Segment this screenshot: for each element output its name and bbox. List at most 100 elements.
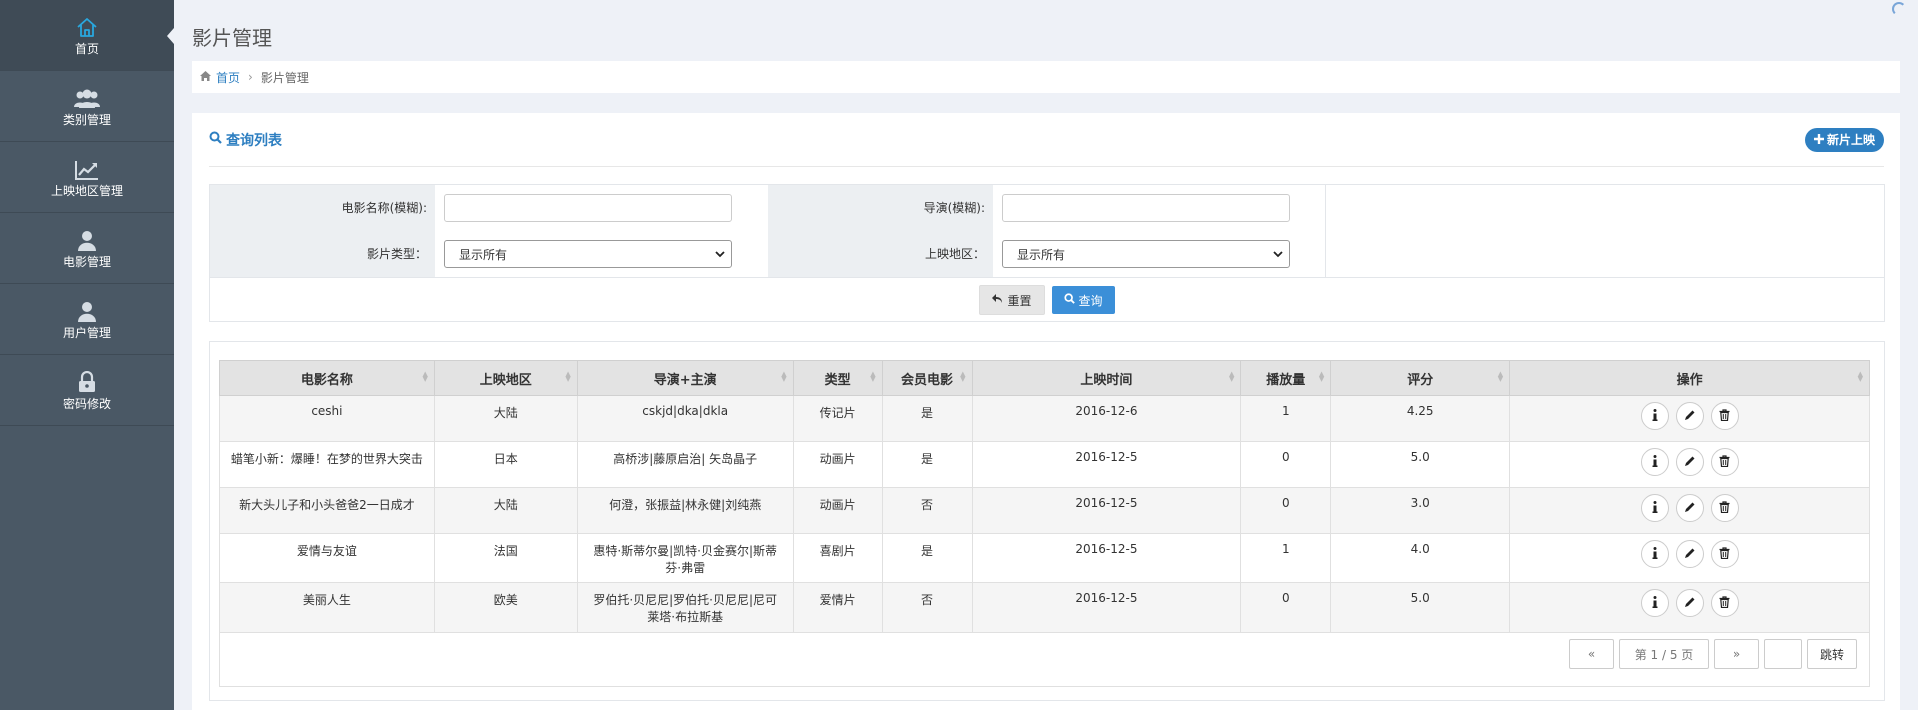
pencil-icon <box>1684 547 1696 562</box>
breadcrumb-current: 影片管理 <box>260 70 309 85</box>
cell-actions <box>1509 441 1870 488</box>
edit-button[interactable] <box>1675 540 1704 568</box>
breadcrumb: 首页 › 影片管理 <box>192 61 1900 93</box>
edit-button[interactable] <box>1675 448 1704 476</box>
breadcrumb-home-label[interactable]: 首页 <box>216 69 240 86</box>
info-button[interactable] <box>1640 448 1669 476</box>
cell-plays: 0 <box>1240 441 1332 488</box>
edit-button[interactable] <box>1675 589 1704 617</box>
cell-name: ceshi <box>219 395 435 442</box>
search-form: 电影名称(模糊): 导演(模糊): 影片类型： 显示所有 上映地区： 显示所有 … <box>209 184 1885 322</box>
region-label: 上映地区： <box>768 231 993 277</box>
delete-button[interactable] <box>1710 540 1739 568</box>
search-row-1: 电影名称(模糊): 导演(模糊): <box>210 185 1884 231</box>
column-header[interactable]: 上映时间 ▲ ▼ <box>971 360 1242 396</box>
movie-type-label: 影片类型： <box>210 231 435 277</box>
column-header[interactable]: 操作 ▲ ▼ <box>1509 360 1870 396</box>
pencil-icon <box>1684 501 1696 516</box>
cell-date: 2016-12-5 <box>971 533 1242 583</box>
pagination: « 第 1 / 5 页 » 跳转 <box>221 639 1868 669</box>
cell-plays: 0 <box>1240 487 1332 534</box>
sidebar-item-category[interactable]: 类别管理 <box>0 71 174 142</box>
table-row: 蜡笔小新：爆睡！在梦的世界大突击 日本 高桥涉|藤原启治| 矢岛晶子 动画片是 2016… <box>219 441 1870 488</box>
page-jump-input[interactable] <box>1764 639 1802 669</box>
edit-button[interactable] <box>1675 494 1704 522</box>
table-row: 爱情与友谊 法国 惠特·斯蒂尔曼|凯特·贝金赛尔|斯蒂芬·弗雷 喜剧片是 2016-12… <box>219 533 1870 583</box>
sort-icon: ▲ ▼ <box>1857 370 1863 383</box>
jump-button[interactable]: 跳转 <box>1807 639 1857 669</box>
cell-region: 大陆 <box>433 487 578 534</box>
column-header[interactable]: 上映地区 ▲ ▼ <box>433 360 578 396</box>
sidebar-item-label: 用户管理 <box>62 325 111 340</box>
info-icon <box>1652 454 1658 470</box>
sidebar-item-password[interactable]: 密码修改 <box>0 355 174 426</box>
cell-date: 2016-12-5 <box>971 582 1242 633</box>
cell-cast: cskjd|dka|dkla <box>576 395 794 442</box>
info-icon <box>1652 500 1658 516</box>
search-icon <box>1063 293 1075 307</box>
column-header[interactable]: 类型 ▲ ▼ <box>792 360 883 396</box>
column-header[interactable]: 播放量 ▲ ▼ <box>1240 360 1332 396</box>
cell-type: 喜剧片 <box>792 533 883 583</box>
movie-type-select[interactable]: 显示所有 <box>444 240 732 268</box>
home-icon <box>76 14 98 38</box>
info-button[interactable] <box>1640 540 1669 568</box>
sidebar-item-user[interactable]: 用户管理 <box>0 284 174 355</box>
table-row: 美丽人生 欧美 罗伯托·贝尼尼|罗伯托·贝尼尼|尼可莱塔·布拉斯基 爱情片否 2016-… <box>219 582 1870 633</box>
cell-score: 4.0 <box>1330 533 1511 583</box>
sort-icon: ▲ ▼ <box>960 370 966 383</box>
info-icon <box>1652 408 1658 424</box>
prev-page-button[interactable]: « <box>1569 639 1614 669</box>
cell-name: 蜡笔小新：爆睡！在梦的世界大突击 <box>219 441 435 488</box>
sort-icon: ▲ ▼ <box>870 370 876 383</box>
sort-icon: ▲ ▼ <box>1228 370 1235 383</box>
edit-button[interactable] <box>1675 402 1704 430</box>
region-value: 显示所有 <box>1017 247 1066 262</box>
cell-member: 否 <box>881 487 973 534</box>
sidebar-item-region[interactable]: 上映地区管理 <box>0 142 174 213</box>
undo-icon <box>992 293 1003 307</box>
delete-button[interactable] <box>1710 402 1739 430</box>
cell-region: 大陆 <box>433 395 578 442</box>
trash-icon <box>1719 546 1730 562</box>
cell-actions <box>1509 533 1870 583</box>
cell-name: 美丽人生 <box>219 582 435 633</box>
movie-name-input[interactable] <box>444 194 732 222</box>
search-icon <box>209 131 222 148</box>
breadcrumb-home[interactable]: 首页 <box>200 69 240 86</box>
page-title: 影片管理 <box>192 26 272 50</box>
cell-cast: 惠特·斯蒂尔曼|凯特·贝金赛尔|斯蒂芬·弗雷 <box>576 533 794 583</box>
cell-member: 是 <box>881 395 973 442</box>
column-header[interactable]: 评分 ▲ ▼ <box>1330 360 1511 396</box>
info-button[interactable] <box>1640 589 1669 617</box>
column-header[interactable]: 电影名称 ▲ ▼ <box>219 360 435 396</box>
info-button[interactable] <box>1640 402 1669 430</box>
cell-cast: 罗伯托·贝尼尼|罗伯托·贝尼尼|尼可莱塔·布拉斯基 <box>576 582 794 633</box>
sidebar-item-home[interactable]: 首页 <box>0 0 174 71</box>
info-button[interactable] <box>1640 494 1669 522</box>
delete-button[interactable] <box>1710 448 1739 476</box>
next-page-button[interactable]: » <box>1714 639 1759 669</box>
row-actions <box>1511 402 1868 430</box>
delete-button[interactable] <box>1710 494 1739 522</box>
column-header[interactable]: 导演+主演 ▲ ▼ <box>576 360 794 396</box>
new-movie-button[interactable]: 新片上映 <box>1804 127 1884 152</box>
region-select[interactable]: 显示所有 <box>1002 240 1290 268</box>
reset-button[interactable]: 重置 <box>979 285 1045 315</box>
delete-button[interactable] <box>1710 589 1739 617</box>
page-info: 第 1 / 5 页 <box>1619 639 1709 669</box>
query-button[interactable]: 查询 <box>1051 286 1115 314</box>
panel-title: 查询列表 <box>209 130 282 150</box>
row-actions <box>1511 589 1868 617</box>
column-header[interactable]: 会员电影 ▲ ▼ <box>881 360 973 396</box>
sidebar: 首页 类别管理 上映地区管理 电影管理 用户管理 密码修改 <box>0 0 174 710</box>
trash-icon <box>1719 595 1730 611</box>
sidebar-item-label: 首页 <box>74 41 99 56</box>
search-actions: 重置 查询 <box>210 277 1884 322</box>
cell-actions <box>1509 395 1870 442</box>
cell-region: 日本 <box>433 441 578 488</box>
movie-name-label: 电影名称(模糊): <box>210 185 435 231</box>
trash-icon <box>1719 408 1730 424</box>
director-input[interactable] <box>1002 194 1290 222</box>
sidebar-item-movie[interactable]: 电影管理 <box>0 213 174 284</box>
